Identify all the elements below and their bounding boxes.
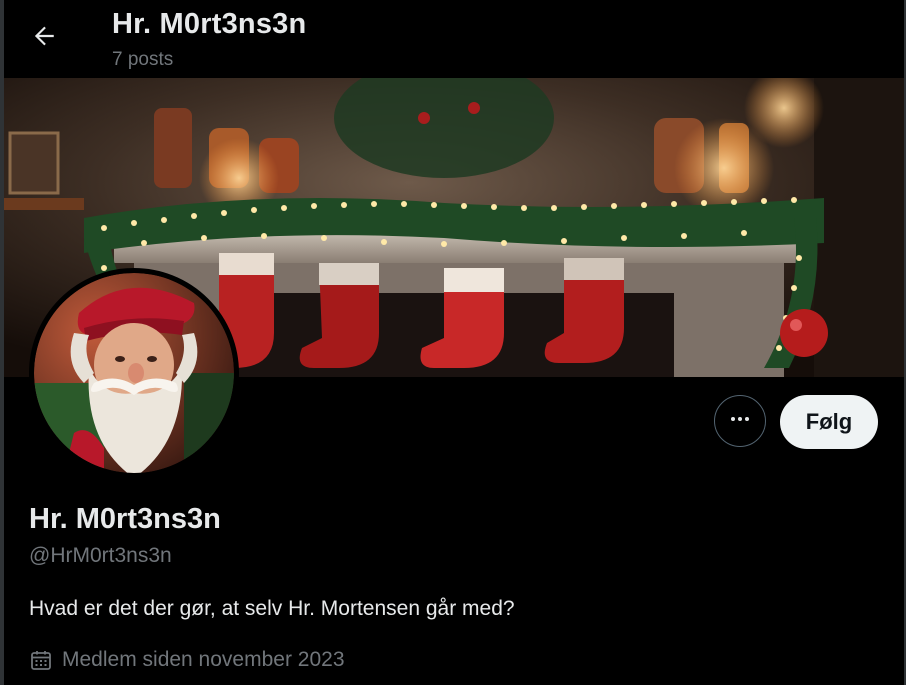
- profile-joined: Medlem siden november 2023: [29, 648, 345, 672]
- profile-header: Hr. M0rt3ns3n 7 posts: [4, 0, 904, 78]
- profile-bio: Hvad er det der gør, at selv Hr. Mortens…: [29, 597, 515, 620]
- profile-handle: @HrM0rt3ns3n: [29, 544, 172, 567]
- more-options-button[interactable]: [714, 395, 766, 447]
- profile-avatar[interactable]: [29, 268, 239, 478]
- arrow-left-icon: [31, 23, 57, 54]
- follow-button[interactable]: Følg: [780, 395, 878, 449]
- header-post-count: 7 posts: [112, 49, 174, 70]
- more-options-icon: [728, 407, 752, 436]
- back-button[interactable]: [26, 20, 62, 56]
- header-title: Hr. M0rt3ns3n: [112, 8, 307, 40]
- profile-joined-text: Medlem siden november 2023: [62, 648, 345, 671]
- profile-display-name: Hr. M0rt3ns3n: [29, 503, 221, 535]
- calendar-icon: [29, 648, 53, 672]
